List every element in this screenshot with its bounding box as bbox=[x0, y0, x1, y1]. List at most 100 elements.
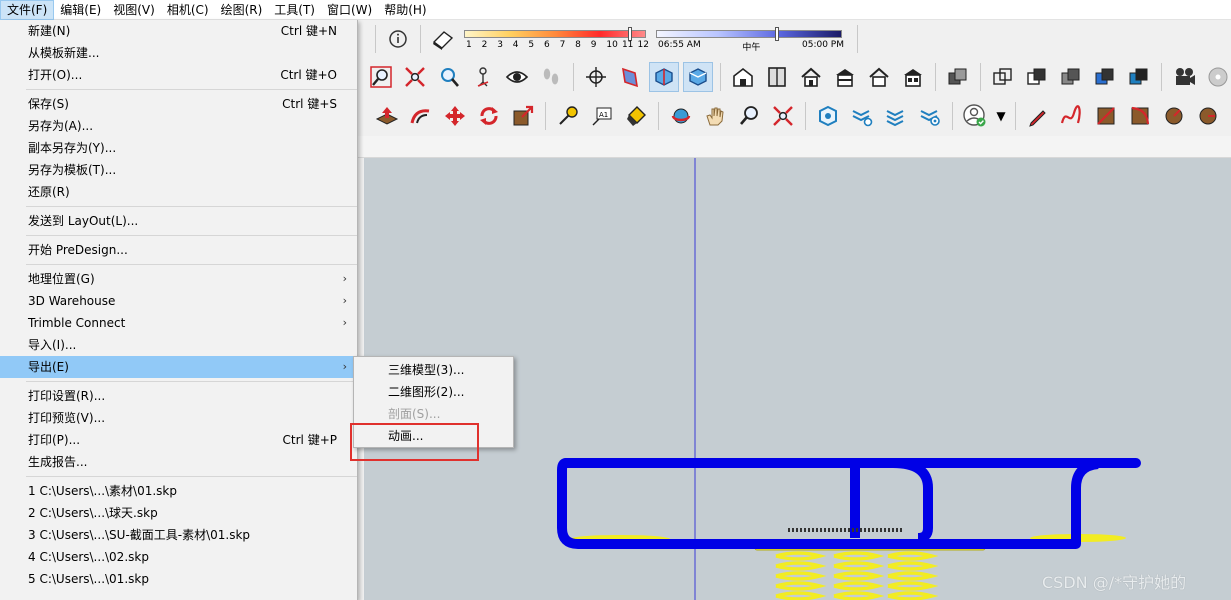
account-icon[interactable] bbox=[960, 101, 990, 131]
tape-measure-icon[interactable] bbox=[553, 101, 583, 131]
menu-item-save-as-template[interactable]: 另存为模板(T)... bbox=[0, 159, 357, 181]
rotate-icon[interactable] bbox=[474, 101, 504, 131]
toolbar-separator bbox=[1161, 63, 1162, 91]
menu-item-save[interactable]: 保存(S) Ctrl 键+S bbox=[0, 93, 357, 115]
share-model-icon[interactable] bbox=[847, 101, 877, 131]
chevron-down-icon[interactable]: ▼ bbox=[994, 101, 1008, 131]
info-icon[interactable] bbox=[383, 24, 413, 54]
zoom-icon[interactable] bbox=[734, 101, 764, 131]
menu-file[interactable]: 文件(F) bbox=[0, 0, 55, 20]
date-slider-thumb[interactable] bbox=[627, 27, 632, 41]
section-plane-icon[interactable] bbox=[615, 62, 645, 92]
menu-tools[interactable]: 工具(T) bbox=[268, 0, 321, 20]
menu-item-open[interactable]: 打开(O)... Ctrl 键+O bbox=[0, 64, 357, 86]
zoom-extents-small-icon[interactable] bbox=[768, 101, 798, 131]
film-reel-icon[interactable] bbox=[1203, 62, 1231, 92]
left-view-icon[interactable] bbox=[898, 62, 928, 92]
menu-item-label: 1 C:\Users\...\素材\01.skp bbox=[28, 484, 177, 498]
xray-icon[interactable] bbox=[943, 62, 973, 92]
time-slider-track[interactable] bbox=[656, 30, 842, 38]
menu-item-save-as[interactable]: 另存为(A)... bbox=[0, 115, 357, 137]
menu-item-label: 打印(P)... bbox=[28, 433, 81, 447]
menu-item-revert[interactable]: 还原(R) bbox=[0, 181, 357, 203]
menu-item-trimble-connect[interactable]: Trimble Connect › bbox=[0, 312, 357, 334]
arc-icon[interactable] bbox=[1125, 101, 1155, 131]
recent-file-5[interactable]: 5 C:\Users\...\01.skp bbox=[0, 568, 357, 590]
rectangle-icon[interactable] bbox=[1091, 101, 1121, 131]
previous-view-icon[interactable] bbox=[434, 62, 464, 92]
top-view-icon[interactable] bbox=[762, 62, 792, 92]
submenu-item-3d-model[interactable]: 三维模型(3)... bbox=[354, 359, 513, 381]
extension-warehouse-icon[interactable] bbox=[915, 101, 945, 131]
menu-item-predesign[interactable]: 开始 PreDesign... bbox=[0, 239, 357, 261]
display-section-planes-icon[interactable] bbox=[649, 62, 679, 92]
shaded-icon[interactable] bbox=[1056, 62, 1086, 92]
position-camera-icon[interactable] bbox=[468, 62, 498, 92]
menu-item-save-copy-as[interactable]: 副本另存为(Y)... bbox=[0, 137, 357, 159]
recent-file-1[interactable]: 1 C:\Users\...\素材\01.skp bbox=[0, 480, 357, 502]
back-view-icon[interactable] bbox=[864, 62, 894, 92]
paint-icon[interactable] bbox=[360, 24, 368, 54]
wireframe-icon[interactable] bbox=[988, 62, 1018, 92]
recent-file-2[interactable]: 2 C:\Users\...\球天.skp bbox=[0, 502, 357, 524]
menu-edit[interactable]: 编辑(E) bbox=[54, 0, 107, 20]
date-slider-track[interactable] bbox=[464, 30, 646, 38]
shaded-textures-icon[interactable] bbox=[1090, 62, 1120, 92]
iso-view-icon[interactable] bbox=[728, 62, 758, 92]
look-around-icon[interactable] bbox=[502, 62, 532, 92]
menu-item-send-to-layout[interactable]: 发送到 LayOut(L)... bbox=[0, 210, 357, 232]
dimension-icon[interactable]: A1 bbox=[587, 101, 617, 131]
recent-file-3[interactable]: 3 C:\Users\...\SU-截面工具-素材\01.skp bbox=[0, 524, 357, 546]
right-view-icon[interactable] bbox=[830, 62, 860, 92]
menu-item-geo-location[interactable]: 地理位置(G) › bbox=[0, 268, 357, 290]
menu-item-3d-warehouse[interactable]: 3D Warehouse › bbox=[0, 290, 357, 312]
submenu-arrow-icon: › bbox=[342, 294, 347, 307]
menu-item-new[interactable]: 新建(N) Ctrl 键+N bbox=[0, 20, 357, 42]
axes-icon[interactable] bbox=[581, 62, 611, 92]
display-section-cuts-icon[interactable] bbox=[683, 62, 713, 92]
warehouse-icon[interactable] bbox=[813, 101, 843, 131]
menu-item-new-from-template[interactable]: 从模板新建... bbox=[0, 42, 357, 64]
pencil-icon[interactable] bbox=[1023, 101, 1053, 131]
circle-icon[interactable] bbox=[1159, 101, 1189, 131]
menu-window[interactable]: 窗口(W) bbox=[321, 0, 378, 20]
menu-item-export[interactable]: 导出(E) › bbox=[0, 356, 357, 378]
annotation-highlight-box bbox=[350, 423, 479, 461]
time-slider-thumb[interactable] bbox=[774, 27, 779, 41]
menu-item-import[interactable]: 导入(I)... bbox=[0, 334, 357, 356]
monochrome-icon[interactable] bbox=[1124, 62, 1154, 92]
time-labels: 06:55 AM 中午 05:00 PM bbox=[658, 40, 844, 53]
shadow-toggle-icon[interactable] bbox=[428, 24, 458, 54]
hidden-line-icon[interactable] bbox=[1022, 62, 1052, 92]
menu-item-label: 保存(S) bbox=[28, 97, 69, 111]
paint-bucket-icon[interactable] bbox=[621, 101, 651, 131]
walk-icon[interactable] bbox=[536, 62, 566, 92]
orbit-icon[interactable] bbox=[666, 101, 696, 131]
polygon-icon[interactable] bbox=[1193, 101, 1223, 131]
move-icon[interactable] bbox=[440, 101, 470, 131]
menu-draw[interactable]: 绘图(R) bbox=[215, 0, 269, 20]
frame-right-arc bbox=[1071, 459, 1099, 544]
menu-item-print[interactable]: 打印(P)... Ctrl 键+P bbox=[0, 429, 357, 451]
menu-help[interactable]: 帮助(H) bbox=[378, 0, 432, 20]
animation-icon[interactable] bbox=[1169, 62, 1199, 92]
shortcut-label: Ctrl 键+O bbox=[280, 68, 337, 82]
menu-camera[interactable]: 相机(C) bbox=[161, 0, 215, 20]
menu-item-print-setup[interactable]: 打印设置(R)... bbox=[0, 385, 357, 407]
pan-icon[interactable] bbox=[700, 101, 730, 131]
submenu-item-2d-graphic[interactable]: 二维图形(2)... bbox=[354, 381, 513, 403]
freehand-icon[interactable] bbox=[1057, 101, 1087, 131]
recent-file-4[interactable]: 4 C:\Users\...\02.skp bbox=[0, 546, 357, 568]
zoom-window-icon[interactable] bbox=[366, 62, 396, 92]
menu-item-generate-report[interactable]: 生成报告... bbox=[0, 451, 357, 473]
date-slider[interactable]: 1 2 3 4 5 6 7 8 9 10 11 12 bbox=[460, 23, 652, 55]
zoom-extents-icon[interactable] bbox=[400, 62, 430, 92]
share-component-icon[interactable] bbox=[881, 101, 911, 131]
menu-item-print-preview[interactable]: 打印预览(V)... bbox=[0, 407, 357, 429]
follow-me-icon[interactable] bbox=[406, 101, 436, 131]
time-slider[interactable]: 06:55 AM 中午 05:00 PM bbox=[652, 23, 852, 55]
front-view-icon[interactable] bbox=[796, 62, 826, 92]
scale-icon[interactable] bbox=[508, 101, 538, 131]
push-pull-icon[interactable] bbox=[372, 101, 402, 131]
menu-view[interactable]: 视图(V) bbox=[107, 0, 161, 20]
